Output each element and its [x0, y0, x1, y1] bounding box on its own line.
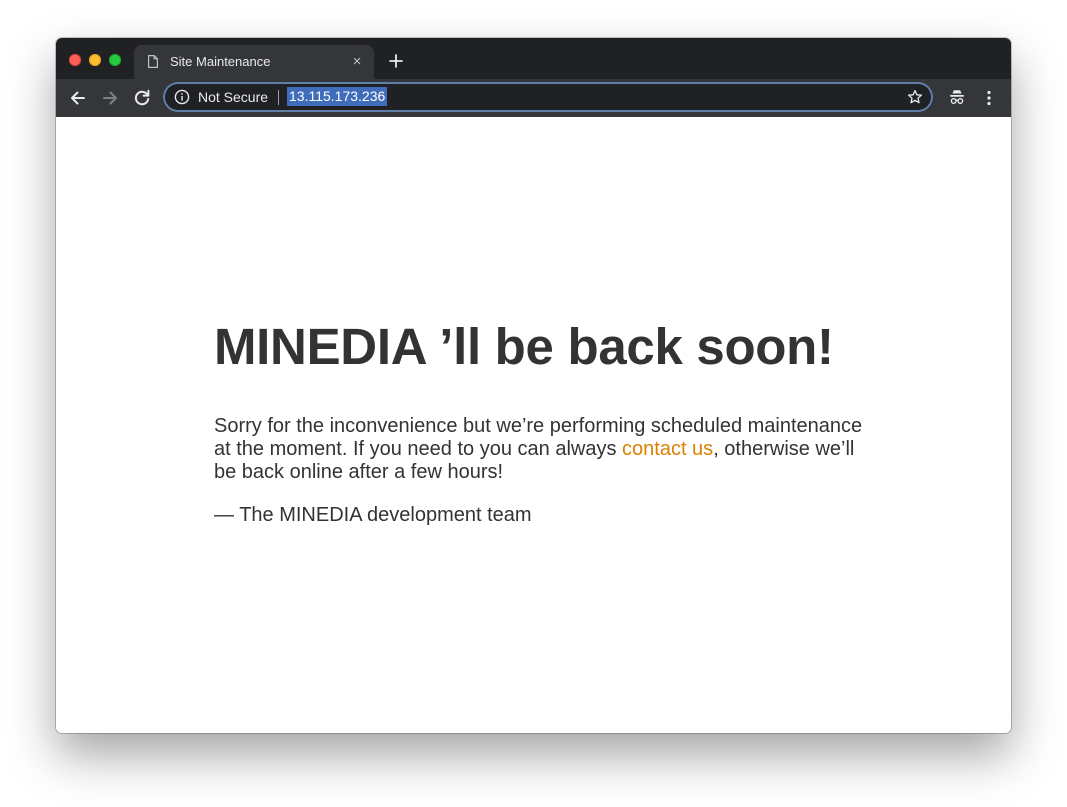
omnibox-divider	[278, 90, 279, 105]
page-content: MINEDIA ’ll be back soon! Sorry for the …	[56, 117, 1011, 733]
window-maximize-button[interactable]	[109, 54, 121, 66]
tab-close-icon[interactable]: ×	[348, 53, 366, 71]
tab-strip: Site Maintenance ×	[56, 38, 1011, 79]
document-icon	[148, 55, 158, 68]
contact-us-link[interactable]: contact us	[622, 438, 713, 460]
window-close-button[interactable]	[69, 54, 81, 66]
reload-icon[interactable]	[131, 87, 153, 109]
arrow-right-icon[interactable]	[99, 87, 121, 109]
url-text[interactable]: 13.115.173.236	[287, 87, 388, 106]
browser-toolbar: Not Secure 13.115.173.236	[56, 79, 1011, 117]
window-minimize-button[interactable]	[89, 54, 101, 66]
maintenance-message: Sorry for the inconvenience but we’re pe…	[214, 415, 874, 484]
tab-site-maintenance[interactable]: Site Maintenance ×	[134, 45, 374, 79]
security-status-label[interactable]: Not Secure	[198, 89, 268, 105]
plus-icon[interactable]	[386, 51, 406, 71]
arrow-left-icon[interactable]	[67, 87, 89, 109]
kebab-menu-icon[interactable]	[978, 87, 1000, 109]
incognito-icon[interactable]	[946, 87, 968, 109]
browser-window: Site Maintenance × Not Secure 13.115.173	[56, 38, 1011, 733]
tab-title: Site Maintenance	[170, 54, 271, 69]
info-icon[interactable]	[174, 89, 190, 105]
page-title: MINEDIA ’ll be back soon!	[214, 318, 834, 375]
star-icon[interactable]	[907, 89, 923, 105]
address-bar[interactable]: Not Secure 13.115.173.236	[163, 82, 933, 112]
team-signature: — The MINEDIA development team	[214, 504, 532, 526]
